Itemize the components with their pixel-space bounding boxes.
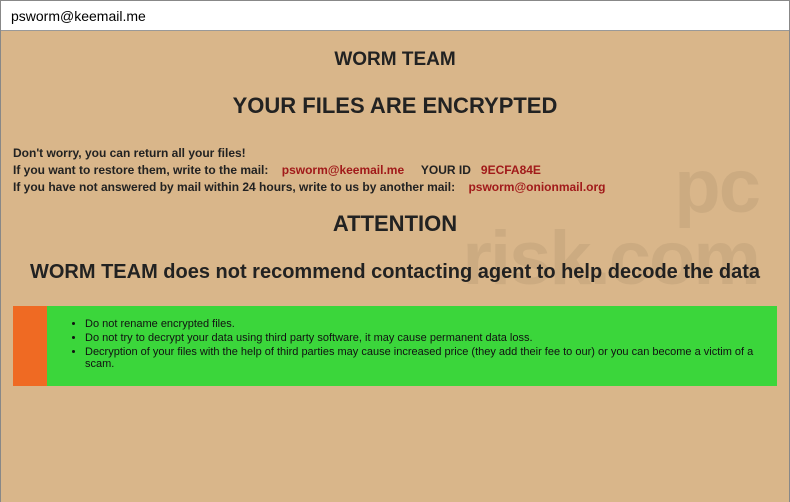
warning-item-3: Decryption of your files with the help o… — [85, 346, 757, 370]
intro-line2: If you want to restore them, write to th… — [13, 162, 777, 179]
warning-box: Do not rename encrypted files. Do not tr… — [13, 306, 777, 386]
heading-advice: WORM TEAM does not recommend contacting … — [13, 261, 777, 284]
heading-files-encrypted: YOUR FILES ARE ENCRYPTED — [13, 93, 777, 119]
warning-accent-stripe — [13, 306, 47, 386]
intro-line1: Don't worry, you can return all your fil… — [13, 145, 777, 162]
contact-email-2: psworm@onionmail.org — [468, 180, 605, 194]
your-id-value: 9ECFA84E — [481, 163, 541, 177]
intro-line3: If you have not answered by mail within … — [13, 179, 777, 196]
warning-item-1: Do not rename encrypted files. — [85, 318, 757, 330]
warning-list: Do not rename encrypted files. Do not tr… — [85, 318, 757, 370]
app-window: psworm@keemail.me pc risk.com WORM TEAM … — [0, 0, 790, 502]
contact-email-1: psworm@keemail.me — [282, 163, 404, 177]
instructions-block: Don't worry, you can return all your fil… — [13, 145, 777, 195]
warning-list-panel: Do not rename encrypted files. Do not tr… — [47, 306, 777, 386]
intro-line2-prefix: If you want to restore them, write to th… — [13, 163, 268, 177]
titlebar: psworm@keemail.me — [1, 1, 789, 31]
content-body: WORM TEAM YOUR FILES ARE ENCRYPTED Don't… — [1, 31, 789, 426]
window-title: psworm@keemail.me — [11, 8, 146, 24]
heading-attention: ATTENTION — [13, 211, 777, 237]
heading-team: WORM TEAM — [13, 49, 777, 71]
content-scroll-area[interactable]: pc risk.com WORM TEAM YOUR FILES ARE ENC… — [1, 31, 789, 502]
intro-line3-prefix: If you have not answered by mail within … — [13, 180, 455, 194]
warning-item-2: Do not try to decrypt your data using th… — [85, 332, 757, 344]
your-id-label: YOUR ID — [421, 163, 471, 177]
